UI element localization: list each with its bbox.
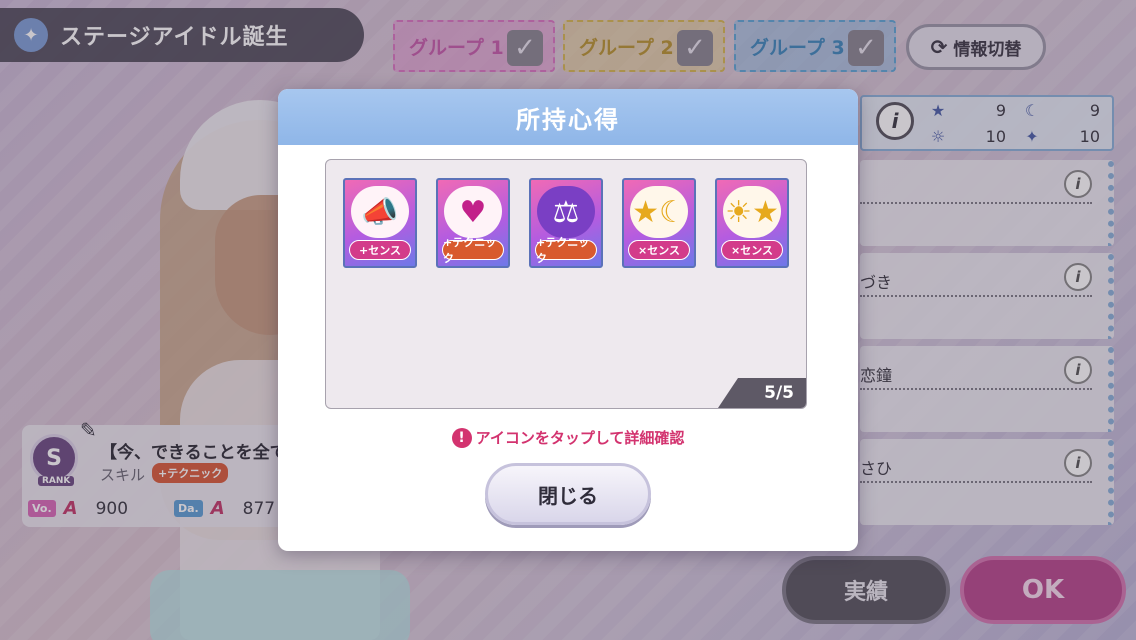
dialog-title: 所持心得 — [278, 89, 858, 145]
tap-hint: ! アイコンをタップして詳細確認 — [278, 427, 858, 448]
tip-tag: +テクニック — [535, 236, 597, 265]
hint-text: アイコンをタップして詳細確認 — [475, 429, 685, 447]
tip-tag: +センス — [349, 240, 411, 260]
tip-item-star-moon[interactable]: ★☾ ×センス — [622, 178, 696, 268]
tip-tag: ×センス — [628, 240, 690, 260]
tip-tag: ×センス — [721, 240, 783, 260]
tips-icon-grid: 📣 +センス ♥ +テクニック ⚖ +テクニック ★☾ ×センス ☀★ ×センス… — [325, 159, 807, 409]
tip-item-dumbbell[interactable]: ⚖ +テクニック — [529, 178, 603, 268]
tip-tag: +テクニック — [442, 236, 504, 265]
tip-item-megaphone[interactable]: 📣 +センス — [343, 178, 417, 268]
exclamation-icon: ! — [451, 427, 472, 448]
tip-item-heart-hand[interactable]: ♥ +テクニック — [436, 178, 510, 268]
star-moon-icon: ★☾ — [630, 186, 688, 238]
sun-star-icon: ☀★ — [723, 186, 781, 238]
item-count: 5/5 — [718, 378, 806, 408]
heart-in-hand-icon: ♥ — [444, 186, 502, 238]
tip-item-sun-star[interactable]: ☀★ ×センス — [715, 178, 789, 268]
owned-tips-dialog: 所持心得 📣 +センス ♥ +テクニック ⚖ +テクニック ★☾ ×センス ☀★… — [278, 89, 858, 551]
close-button[interactable]: 閉じる — [485, 463, 651, 525]
megaphone-icon: 📣 — [351, 186, 409, 238]
dumbbell-icon: ⚖ — [537, 186, 595, 238]
